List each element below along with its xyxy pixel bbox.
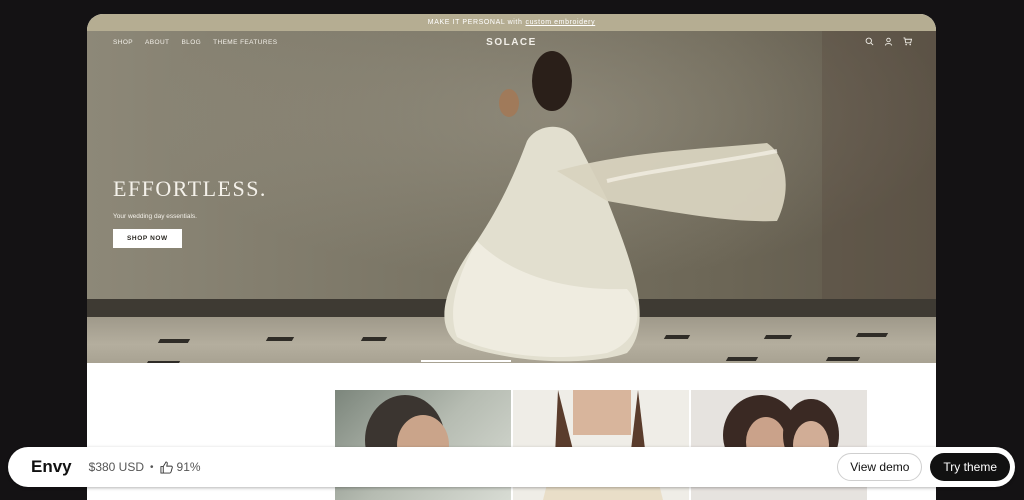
cart-icon[interactable] xyxy=(903,37,912,46)
hero-banner: SHOP ABOUT BLOG THEME FEATURES SOLACE EF… xyxy=(87,31,936,363)
separator-dot: • xyxy=(150,461,154,473)
announcement-text: MAKE IT PERSONAL with xyxy=(427,19,523,26)
hero-headline: EFFORTLESS. xyxy=(113,176,267,201)
slide-indicator[interactable] xyxy=(421,360,511,362)
site-header: SHOP ABOUT BLOG THEME FEATURES SOLACE xyxy=(87,31,936,57)
theme-price: $380 USD xyxy=(88,460,145,474)
shop-now-button[interactable]: SHOP NOW xyxy=(113,229,182,248)
theme-name: Envy xyxy=(31,457,72,476)
announcement-link[interactable]: custom embroidery xyxy=(525,19,595,26)
hero-content: EFFORTLESS. Your wedding day essentials.… xyxy=(113,176,267,248)
try-theme-button[interactable]: Try theme xyxy=(930,453,1010,481)
thumbs-up-icon xyxy=(159,460,173,474)
theme-rating: 91% xyxy=(176,460,201,474)
theme-info-bar: Envy $380 USD • 91% View demo Try theme xyxy=(8,447,1015,487)
account-icon[interactable] xyxy=(884,37,893,46)
search-icon[interactable] xyxy=(865,37,874,46)
view-demo-button[interactable]: View demo xyxy=(837,453,923,481)
hero-subtitle: Your wedding day essentials. xyxy=(113,213,197,220)
announcement-bar: MAKE IT PERSONAL with custom embroidery xyxy=(87,14,936,31)
brand-logo[interactable]: SOLACE xyxy=(87,37,936,48)
storefront-preview: MAKE IT PERSONAL with custom embroidery xyxy=(87,14,936,500)
